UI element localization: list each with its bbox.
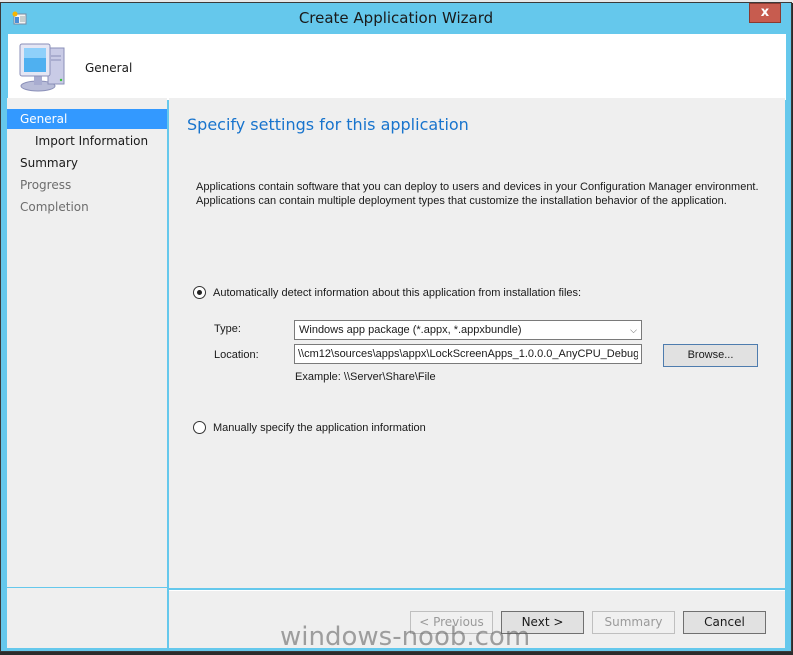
type-label: Type: [214, 323, 241, 335]
previous-button[interactable]: < Previous [410, 611, 493, 634]
manual-radio[interactable]: Manually specify the application informa… [193, 421, 426, 434]
nav-item-progress: Progress [20, 178, 72, 192]
wizard-header: General [8, 34, 786, 100]
window-title: Create Application Wizard [298, 9, 494, 27]
browse-button[interactable]: Browse... [663, 344, 758, 367]
nav-item-general[interactable]: General [7, 109, 167, 129]
header-title: General [85, 61, 133, 75]
location-input[interactable] [294, 344, 642, 364]
cancel-button[interactable]: Cancel [683, 611, 766, 634]
type-select[interactable]: Windows app package (*.appx, *.appxbundl… [294, 320, 642, 340]
radio-checked-icon[interactable] [193, 286, 206, 299]
title-bar[interactable]: Create Application Wizard x [1, 3, 791, 33]
nav-item-completion: Completion [20, 200, 89, 214]
nav-item-import-information[interactable]: Import Information [7, 131, 167, 151]
description-line-1: Applications contain software that you c… [196, 181, 759, 193]
wizard-nav: General Import Information Summary Progr… [7, 98, 167, 587]
nav-item-summary[interactable]: Summary [7, 153, 167, 173]
wizard-footer: < Previous Next > Summary Cancel [169, 591, 785, 648]
description-line-2: Applications can contain multiple deploy… [196, 195, 727, 207]
type-select-value: Windows app package (*.appx, *.appxbundl… [299, 324, 522, 336]
manual-label: Manually specify the application informa… [213, 421, 426, 434]
auto-detect-label: Automatically detect information about t… [213, 286, 582, 299]
radio-unchecked-icon[interactable] [193, 421, 206, 434]
page-title: Specify settings for this application [187, 115, 469, 134]
close-button[interactable]: x [749, 3, 781, 23]
computer-icon [19, 43, 65, 92]
chevron-down-icon[interactable]: ⌵ [630, 321, 637, 339]
wizard-content: Specify settings for this application Ap… [169, 98, 785, 588]
summary-button[interactable]: Summary [592, 611, 675, 634]
next-button[interactable]: Next > [501, 611, 584, 634]
location-label: Location: [214, 349, 259, 361]
nav-footer [7, 588, 167, 648]
auto-detect-radio[interactable]: Automatically detect information about t… [193, 286, 581, 299]
location-example: Example: \\Server\Share\File [295, 371, 436, 383]
description: Applications contain software that you c… [196, 180, 776, 208]
